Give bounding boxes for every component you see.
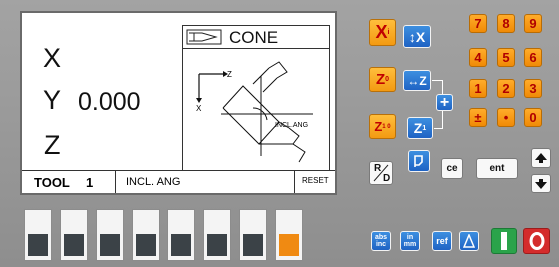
enter-button[interactable]: ent [476, 158, 518, 179]
softkey-lamp [100, 234, 120, 256]
softkey-lamp [28, 234, 48, 256]
z10-button[interactable]: Z1 0 [369, 114, 396, 139]
diagram-x-label: X [196, 104, 202, 113]
in-mm-button[interactable]: in mm [400, 231, 420, 251]
arrow-up-button[interactable] [531, 148, 551, 168]
z1-button[interactable]: Z1 [407, 117, 433, 139]
digit-7-button[interactable]: 7 [469, 14, 487, 33]
radius-diameter-button[interactable]: R D [369, 161, 393, 185]
digit-2-button[interactable]: 2 [497, 79, 515, 98]
tool-icon [414, 155, 423, 167]
triangle-icon [463, 234, 475, 248]
bracket-line [432, 80, 442, 81]
tool-number: 1 [86, 175, 94, 190]
ref-button[interactable]: ref [432, 231, 452, 251]
increment-z-button[interactable]: ↔Z [403, 70, 431, 91]
softkey-3[interactable] [96, 209, 124, 261]
arrow-down-button[interactable] [531, 174, 551, 193]
power-off-button[interactable] [523, 228, 550, 254]
abs-inc-button[interactable]: abs inc [371, 231, 391, 251]
digit-1-button[interactable]: 1 [469, 79, 487, 98]
status-field: INCL. ANG [126, 176, 181, 188]
softkey-lamp-active [279, 234, 299, 256]
power-on-button[interactable] [491, 228, 517, 254]
reset-label[interactable]: RESET [302, 176, 329, 185]
mode-title-box: CONE [182, 25, 330, 49]
softkey-2[interactable] [60, 209, 88, 261]
axis-label-x: X [43, 43, 62, 73]
softkey-7[interactable] [239, 209, 267, 261]
xi-button[interactable]: Xi [369, 19, 396, 46]
softkey-lamp [207, 234, 227, 256]
softkey-1[interactable] [24, 209, 52, 261]
arrow-up-icon [535, 153, 547, 163]
digit-6-button[interactable]: 6 [524, 48, 542, 67]
tool-label: TOOL [34, 175, 70, 190]
softkey-lamp [243, 234, 263, 256]
plus-button[interactable]: + [436, 94, 453, 111]
calc-button[interactable] [459, 231, 479, 251]
increment-x-button[interactable]: ↕X [403, 25, 431, 48]
decimal-point-button[interactable]: • [497, 108, 515, 127]
clear-entry-button[interactable]: ce [441, 158, 463, 179]
diagram-z-label: Z [227, 70, 232, 79]
cone-icon [186, 29, 222, 45]
diagram-angle-label: INCL.ANG [275, 122, 309, 129]
softkey-5[interactable] [167, 209, 195, 261]
lcd-screen: X Y 0.000 Z CONE Z X INCL.ANG TOOL 1 INC… [20, 11, 337, 195]
power-on-icon [501, 232, 507, 250]
status-bar: TOOL 1 INCL. ANG RESET [22, 170, 335, 194]
status-divider [115, 170, 116, 193]
digit-0-button[interactable]: 0 [524, 108, 542, 127]
axis-label-z: Z [44, 130, 61, 160]
power-off-icon [529, 232, 544, 250]
softkey-lamp [64, 234, 84, 256]
axis-label-y: Y [43, 85, 62, 115]
softkey-8[interactable] [275, 209, 303, 261]
digit-4-button[interactable]: 4 [469, 48, 487, 67]
softkey-lamp [171, 234, 191, 256]
digit-8-button[interactable]: 8 [497, 14, 515, 33]
zero-button[interactable]: Z0 [369, 67, 396, 92]
cone-diagram: Z X INCL.ANG [182, 48, 330, 171]
dro-panel: X Y 0.000 Z CONE Z X INCL.ANG TOOL 1 INC… [0, 0, 559, 267]
plus-minus-button[interactable]: ± [469, 108, 487, 127]
cone-diagram-drawing [196, 61, 313, 163]
digit-3-button[interactable]: 3 [524, 79, 542, 98]
axis-value-y: 0.000 [78, 88, 141, 116]
softkey-lamp [136, 234, 156, 256]
digit-5-button[interactable]: 5 [497, 48, 515, 67]
digit-9-button[interactable]: 9 [524, 14, 542, 33]
arrow-down-icon [535, 178, 547, 189]
mode-title: CONE [229, 28, 279, 47]
softkey-4[interactable] [132, 209, 160, 261]
tool-button[interactable] [408, 150, 430, 172]
status-divider [294, 170, 295, 193]
softkey-6[interactable] [203, 209, 231, 261]
